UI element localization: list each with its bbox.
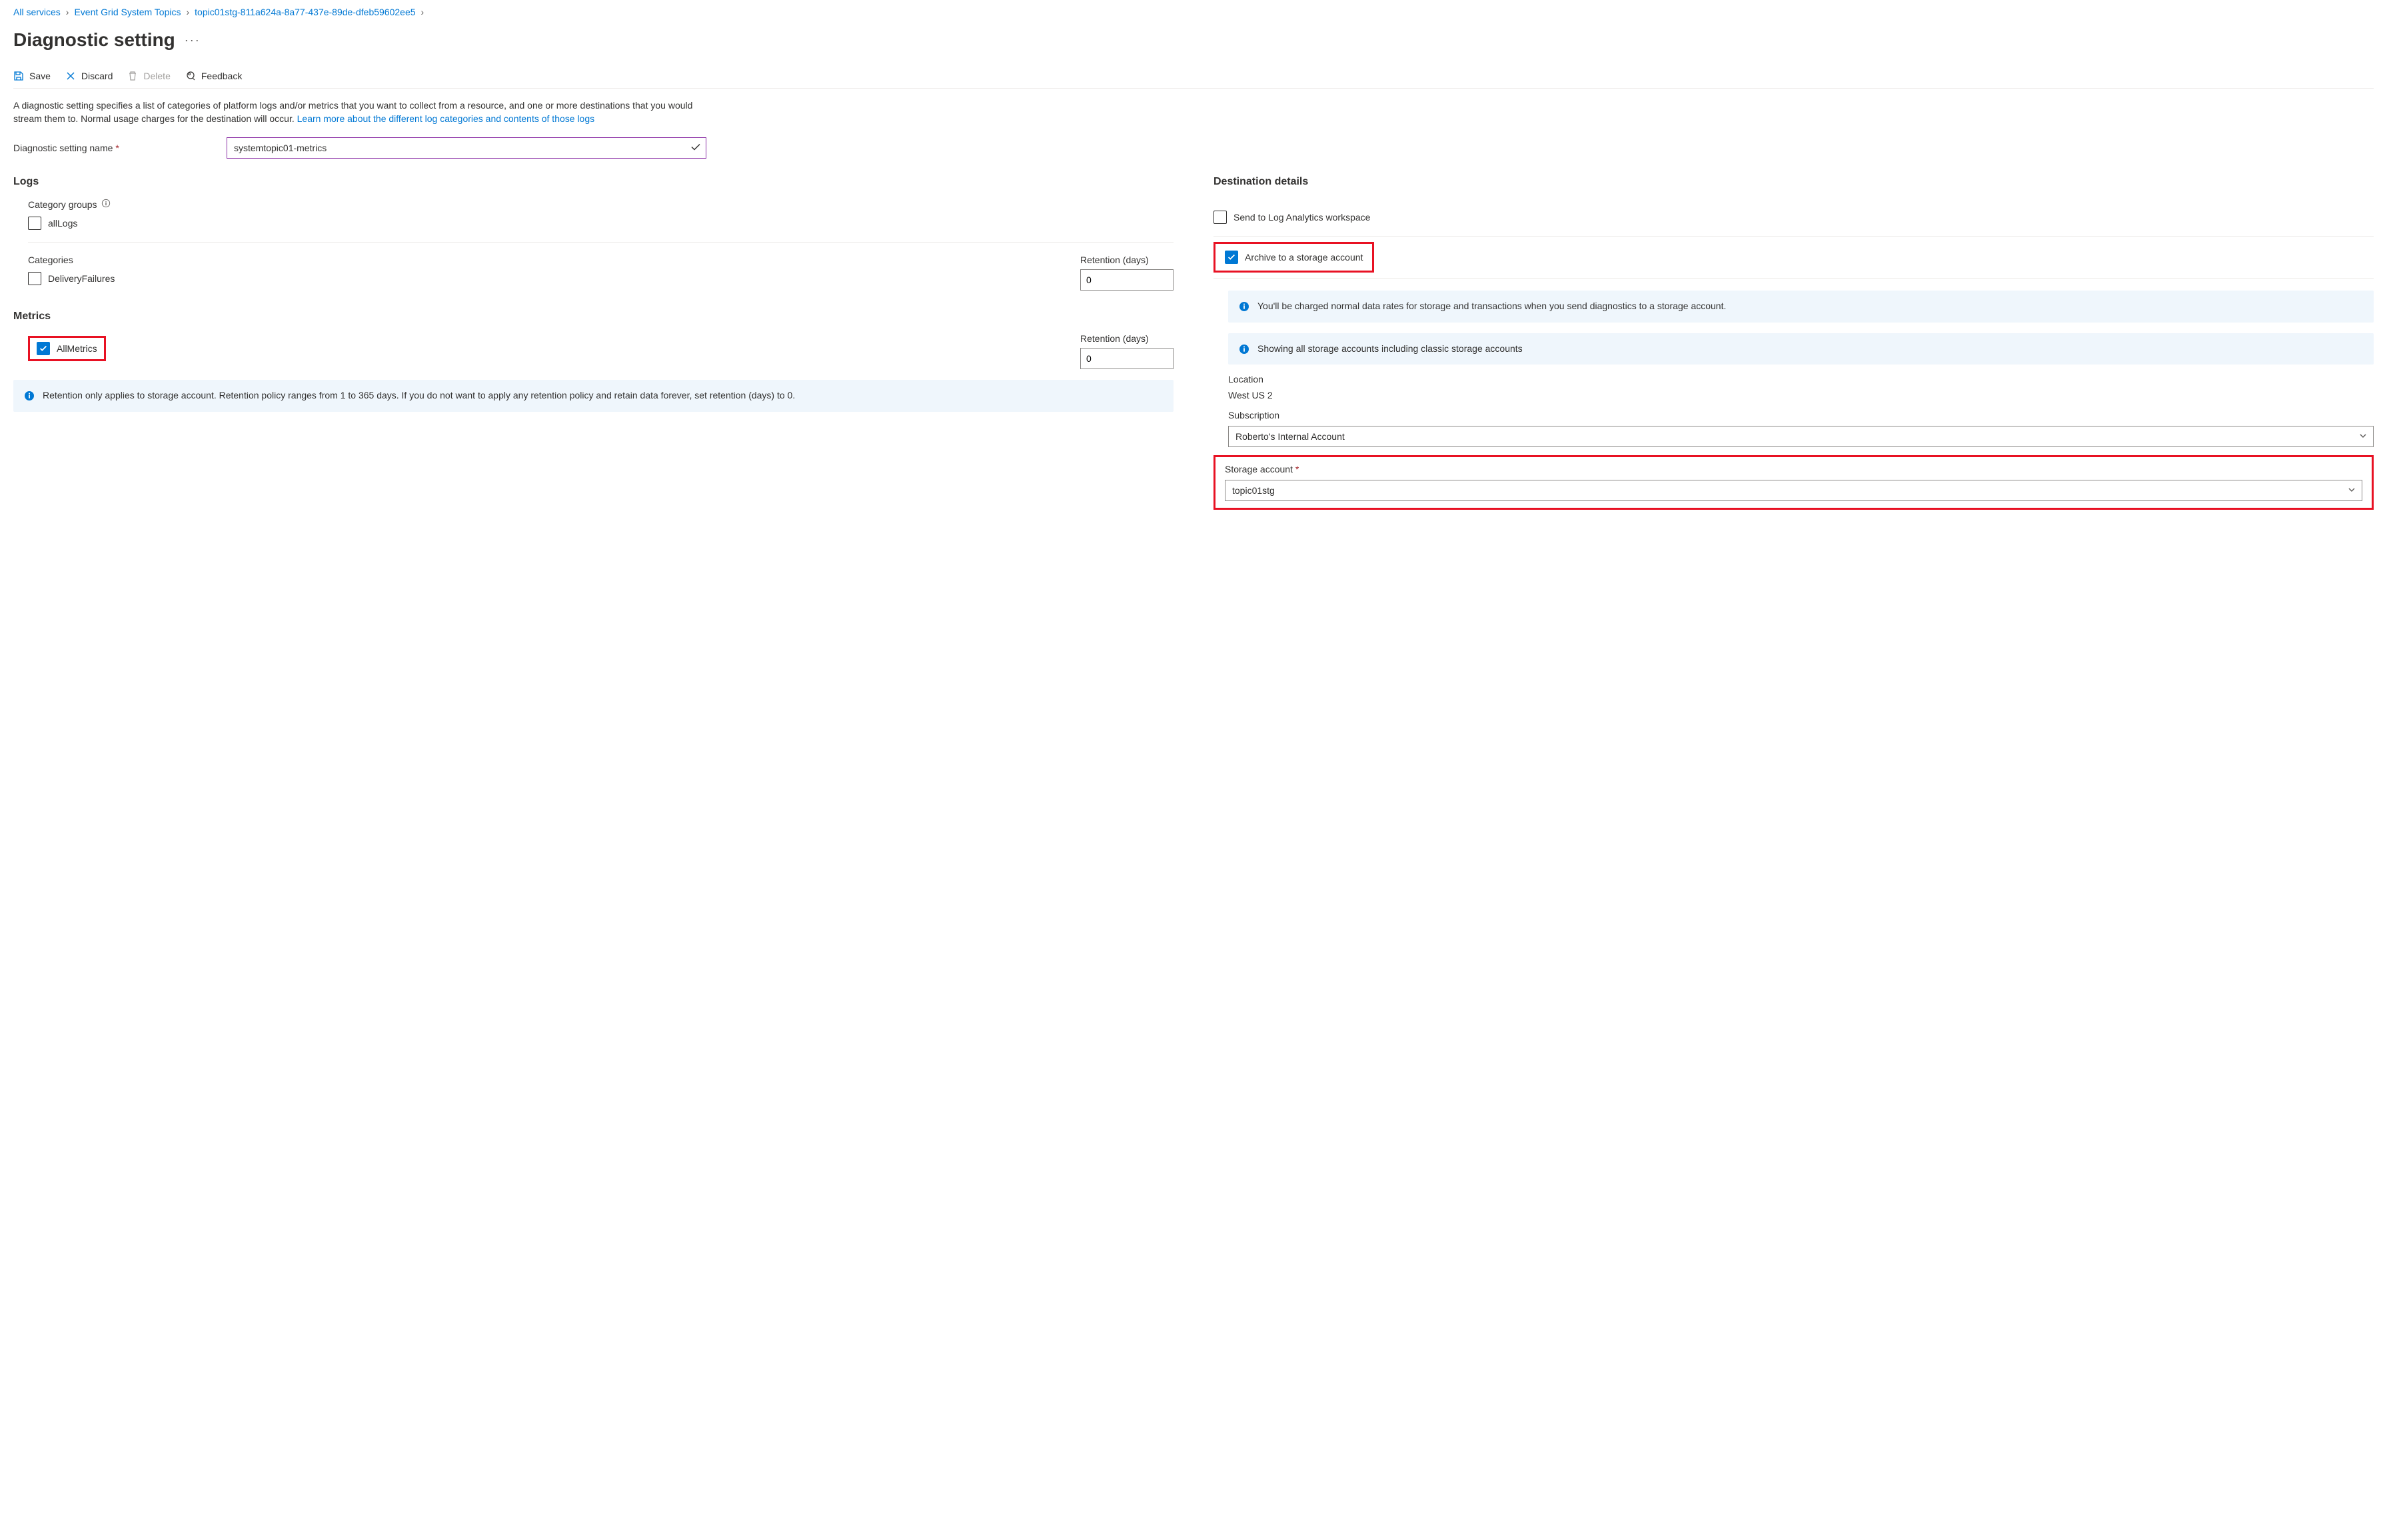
archive-storage-checkbox[interactable] — [1225, 251, 1238, 264]
allmetrics-checkbox[interactable] — [37, 342, 50, 355]
info-icon — [24, 390, 35, 401]
subscription-value: Roberto's Internal Account — [1235, 431, 1345, 442]
check-icon — [690, 142, 701, 155]
diagnostic-name-input[interactable] — [227, 137, 706, 159]
destination-title: Destination details — [1213, 176, 2374, 188]
logs-metrics-column: Logs Category groups allLogs Categories … — [13, 176, 1174, 412]
destination-column: Destination details Send to Log Analytic… — [1213, 176, 2374, 510]
deliveryfailures-row: DeliveryFailures — [28, 272, 115, 285]
category-groups-label: Category groups — [28, 199, 1174, 210]
subscription-label: Subscription — [1228, 410, 2374, 420]
classic-info-text: Showing all storage accounts including c… — [1257, 343, 1523, 356]
categories-label: Categories — [28, 255, 115, 265]
feedback-button[interactable]: Feedback — [185, 71, 242, 81]
chevron-right-icon: › — [66, 7, 69, 17]
delete-button: Delete — [127, 71, 170, 81]
charge-info-banner: You'll be charged normal data rates for … — [1228, 291, 2374, 323]
page-title: Diagnostic setting — [13, 29, 175, 51]
allmetrics-retention-input[interactable] — [1080, 348, 1174, 369]
chevron-right-icon: › — [187, 7, 190, 17]
storage-account-value: topic01stg — [1232, 485, 1275, 496]
feedback-icon — [185, 71, 196, 81]
delete-label: Delete — [143, 71, 170, 81]
alllogs-row: allLogs — [28, 217, 1174, 230]
info-icon — [1239, 344, 1249, 355]
save-label: Save — [29, 71, 51, 81]
info-icon — [1239, 301, 1249, 312]
allmetrics-label: AllMetrics — [57, 343, 97, 354]
info-icon[interactable] — [101, 199, 111, 210]
feedback-label: Feedback — [201, 71, 242, 81]
more-actions-icon[interactable]: ··· — [185, 33, 201, 47]
charge-info-text: You'll be charged normal data rates for … — [1257, 300, 1726, 313]
diagnostic-name-label: Diagnostic setting name * — [13, 143, 213, 153]
alllogs-checkbox[interactable] — [28, 217, 41, 230]
storage-account-label: Storage account * — [1225, 464, 2362, 474]
classic-info-banner: Showing all storage accounts including c… — [1228, 333, 2374, 365]
trash-icon — [127, 71, 138, 81]
toolbar: Save Discard Delete Feedback — [13, 71, 2374, 89]
subscription-select[interactable]: Roberto's Internal Account — [1228, 426, 2374, 447]
breadcrumb: All services › Event Grid System Topics … — [13, 7, 2374, 17]
save-icon — [13, 71, 24, 81]
deliveryfailures-retention-input[interactable] — [1080, 269, 1174, 291]
deliveryfailures-checkbox[interactable] — [28, 272, 41, 285]
allmetrics-row: AllMetrics — [37, 342, 97, 355]
required-indicator: * — [1295, 464, 1299, 474]
retention-info-text: Retention only applies to storage accoun… — [43, 389, 795, 402]
discard-button[interactable]: Discard — [65, 71, 113, 81]
log-analytics-row: Send to Log Analytics workspace — [1213, 211, 2374, 224]
log-analytics-checkbox[interactable] — [1213, 211, 1227, 224]
metrics-retention-label: Retention (days) — [1080, 333, 1174, 344]
breadcrumb-link-topic[interactable]: topic01stg-811a624a-8a77-437e-89de-dfeb5… — [195, 7, 415, 17]
location-label: Location — [1228, 374, 2374, 385]
description-text: A diagnostic setting specifies a list of… — [13, 99, 720, 125]
deliveryfailures-label: DeliveryFailures — [48, 273, 115, 284]
chevron-down-icon — [2359, 431, 2367, 442]
logs-title: Logs — [13, 176, 1174, 188]
discard-label: Discard — [81, 71, 113, 81]
log-analytics-label: Send to Log Analytics workspace — [1233, 212, 1370, 223]
diagnostic-name-row: Diagnostic setting name * — [13, 137, 2374, 159]
chevron-down-icon — [2348, 485, 2356, 496]
alllogs-label: allLogs — [48, 218, 77, 229]
location-value: West US 2 — [1228, 390, 2374, 400]
storage-account-select[interactable]: topic01stg — [1225, 480, 2362, 501]
required-indicator: * — [115, 143, 119, 153]
save-button[interactable]: Save — [13, 71, 51, 81]
retention-info-banner: Retention only applies to storage accoun… — [13, 380, 1174, 412]
retention-days-label: Retention (days) — [1080, 255, 1174, 265]
archive-storage-label: Archive to a storage account — [1245, 252, 1363, 263]
chevron-right-icon: › — [421, 7, 424, 17]
archive-storage-row: Archive to a storage account — [1225, 251, 1363, 264]
breadcrumb-link-all-services[interactable]: All services — [13, 7, 61, 17]
learn-more-link[interactable]: Learn more about the different log categ… — [297, 113, 594, 124]
metrics-title: Metrics — [13, 311, 1174, 323]
page-header: Diagnostic setting ··· — [13, 29, 2374, 51]
breadcrumb-link-event-grid-topics[interactable]: Event Grid System Topics — [74, 7, 181, 17]
close-icon — [65, 71, 76, 81]
